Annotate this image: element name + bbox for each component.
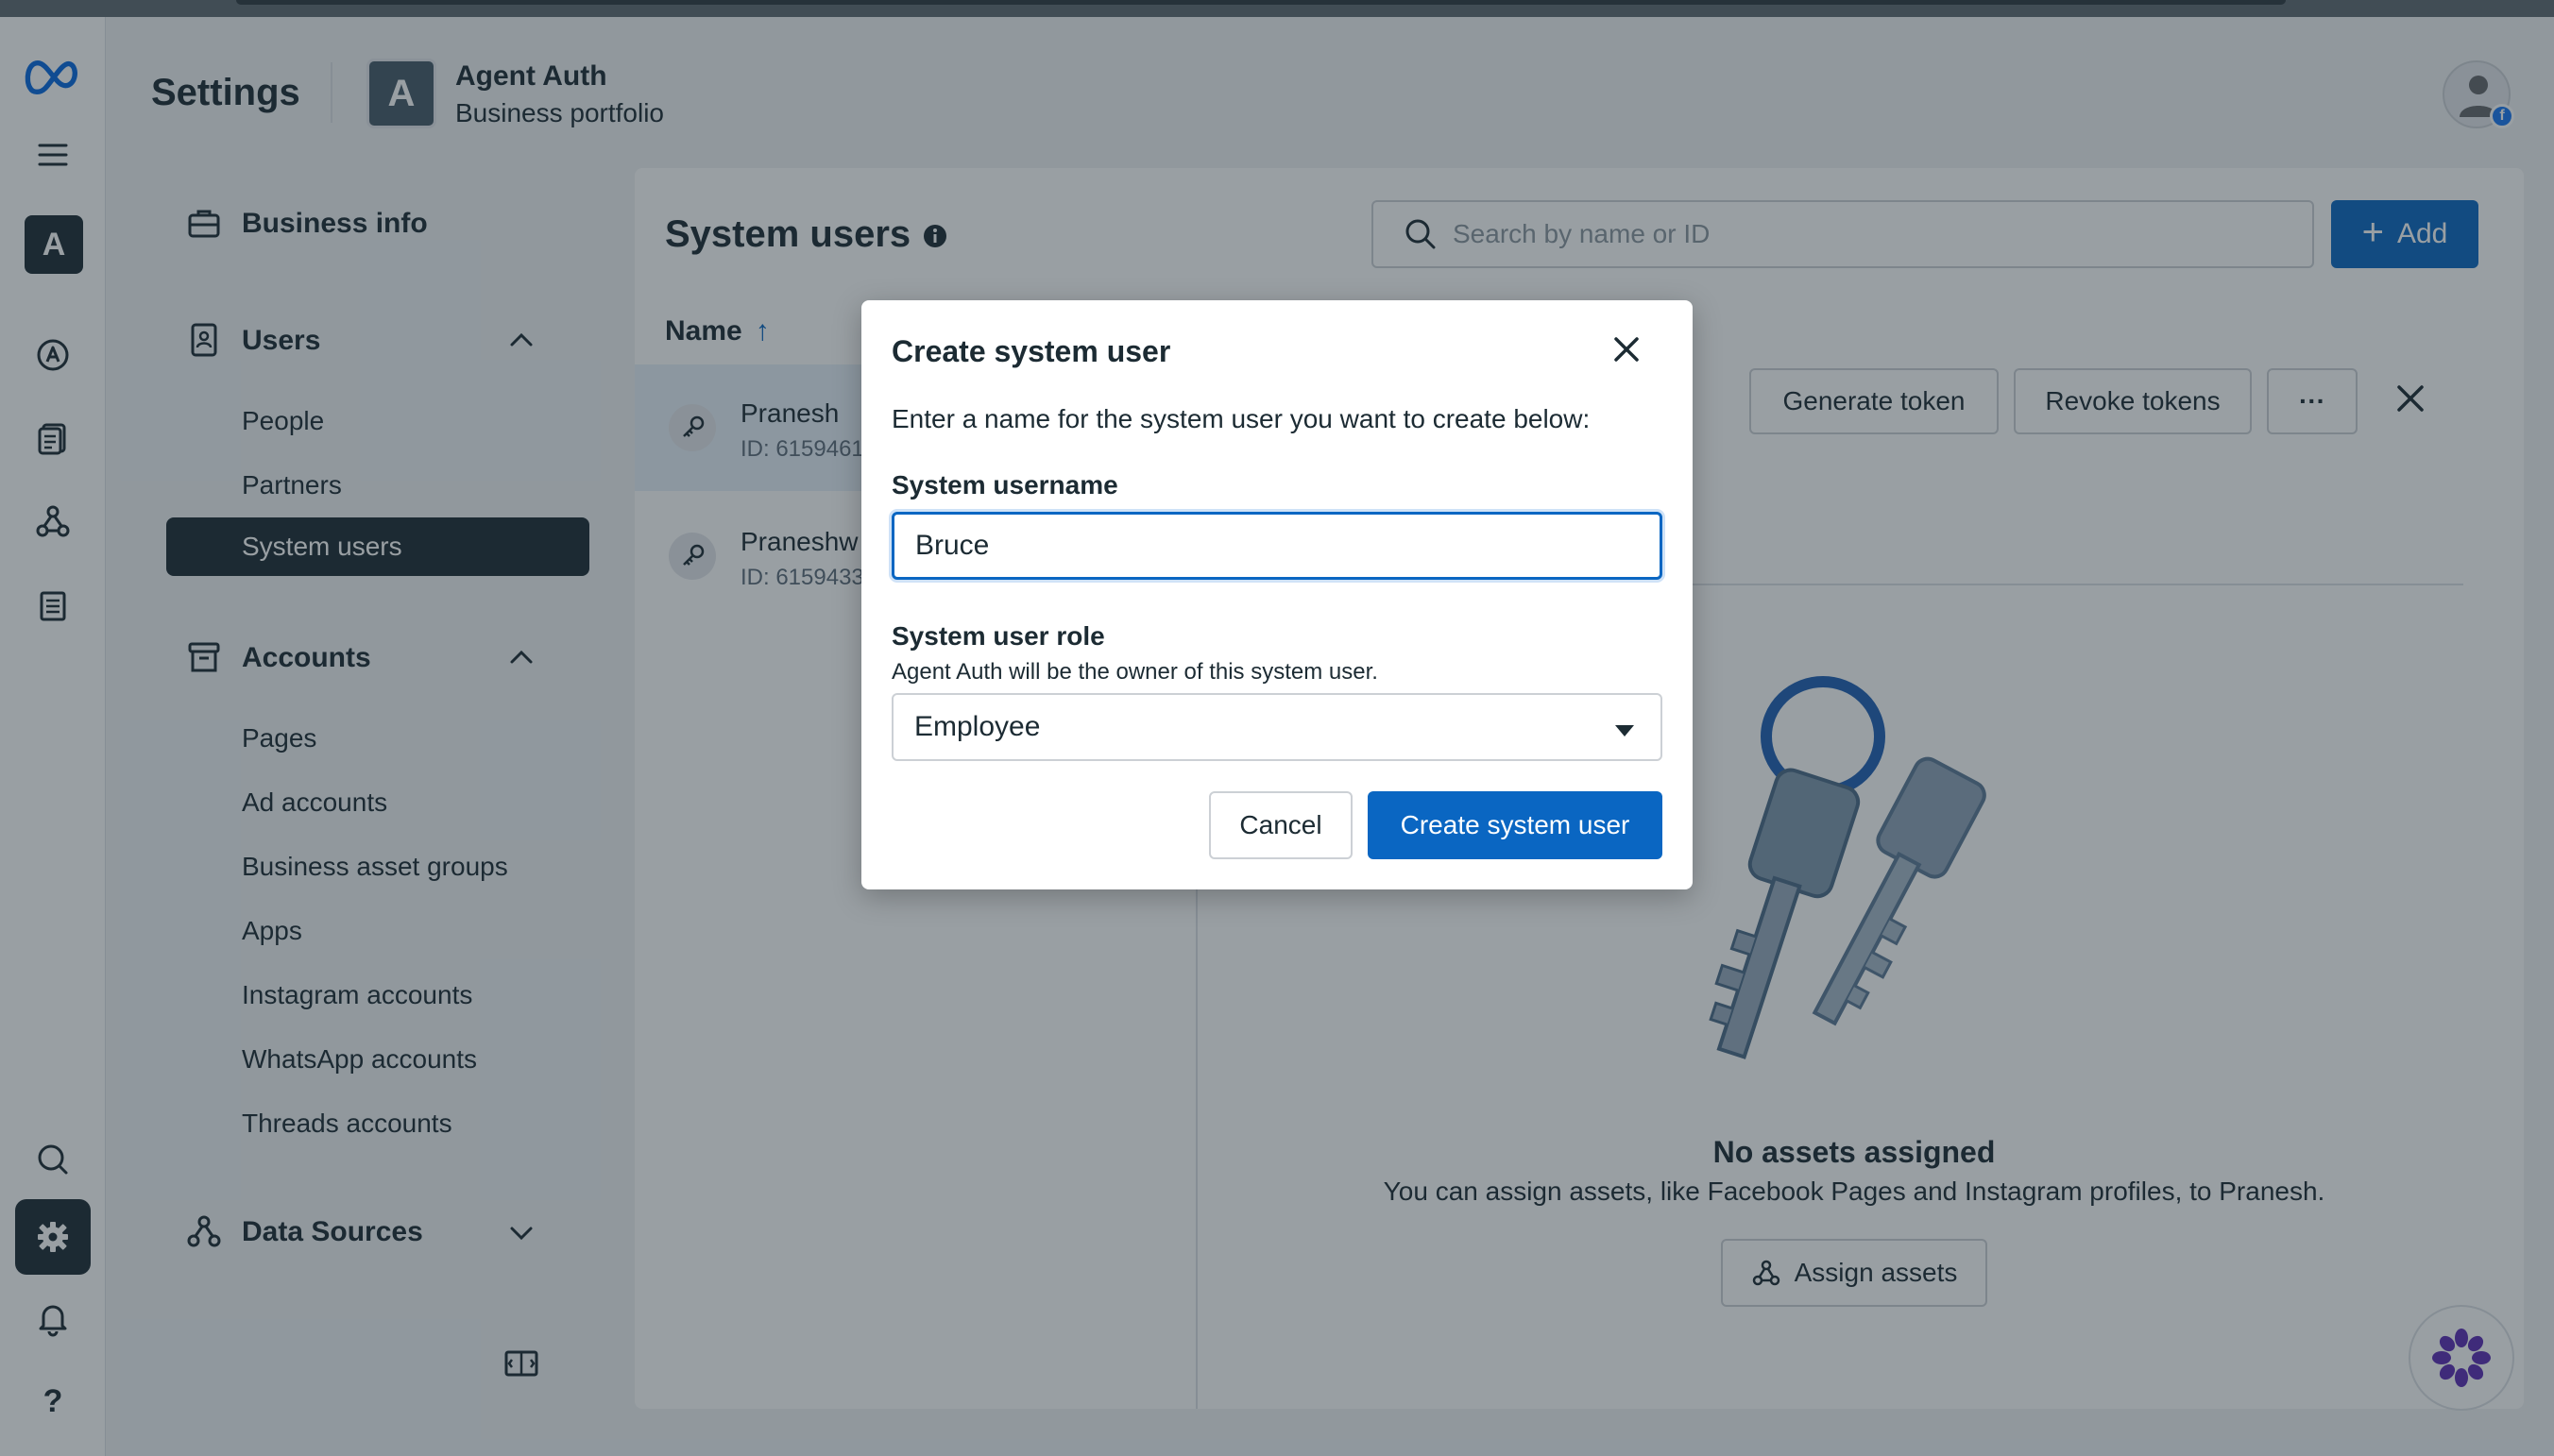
role-label: System user role — [892, 621, 1105, 651]
system-user-role-select[interactable]: Employee — [892, 693, 1662, 761]
caret-down-icon — [1615, 725, 1634, 736]
cancel-button[interactable]: Cancel — [1209, 791, 1353, 859]
role-help-text: Agent Auth will be the owner of this sys… — [892, 659, 1378, 685]
system-username-input[interactable] — [892, 512, 1662, 580]
create-system-user-button[interactable]: Create system user — [1368, 791, 1662, 859]
role-selected-value: Employee — [914, 711, 1041, 742]
dialog-description: Enter a name for the system user you wan… — [892, 404, 1591, 433]
username-label: System username — [892, 470, 1118, 499]
close-icon[interactable] — [1608, 330, 1645, 368]
create-system-user-dialog: Create system user Enter a name for the … — [861, 300, 1693, 889]
dialog-title: Create system user — [892, 334, 1171, 368]
